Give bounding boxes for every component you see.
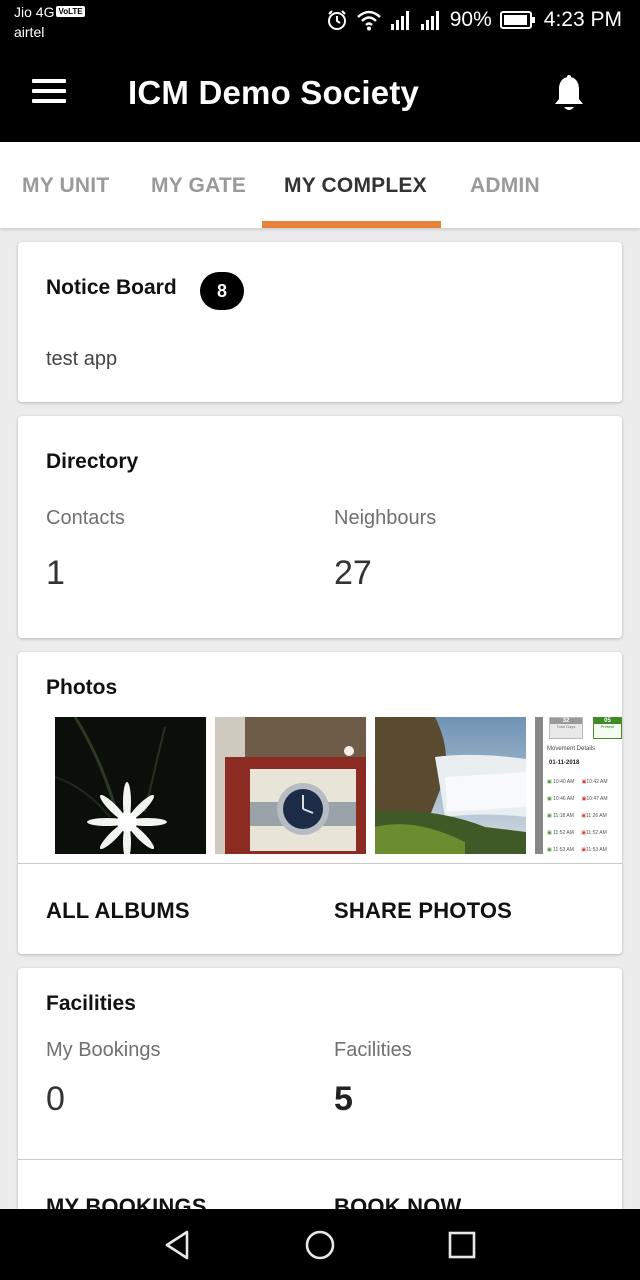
alarm-icon bbox=[327, 10, 346, 30]
thumb-row: ▣ 10:46 AM ▣10:47 AM bbox=[547, 796, 608, 802]
thumb-stat-present-label: Present bbox=[600, 724, 615, 729]
facilities-title: Facilities bbox=[46, 992, 136, 1015]
photos-title: Photos bbox=[46, 676, 118, 699]
active-tab-indicator bbox=[262, 221, 441, 228]
thumb-row-out: 11:52 AM bbox=[586, 830, 607, 836]
thumb-row: ▣ 11:18 AM ▣11:26 AM bbox=[547, 813, 607, 819]
flower-photo[interactable] bbox=[55, 717, 206, 854]
battery-icon bbox=[499, 11, 535, 29]
wifi-icon bbox=[356, 10, 381, 31]
notice-count-badge: 8 bbox=[200, 272, 244, 310]
thumb-row-in: 11:18 AM bbox=[553, 813, 574, 819]
battery-percent: 90% bbox=[449, 8, 492, 31]
my-bookings-count[interactable]: 0 bbox=[46, 1080, 65, 1119]
thumb-stat-total-label: Total Days bbox=[556, 724, 576, 729]
hamburger-menu-icon[interactable] bbox=[32, 79, 66, 107]
notice-board-title: Notice Board bbox=[46, 276, 177, 299]
app-bar: ICM Demo Society bbox=[0, 46, 640, 142]
signal-icon-2 bbox=[420, 11, 439, 30]
facilities-divider bbox=[18, 1159, 622, 1160]
directory-title: Directory bbox=[46, 450, 139, 473]
share-photos-button[interactable]: SHARE PHOTOS bbox=[334, 898, 512, 924]
thumb-heading: Movement Details bbox=[547, 746, 596, 752]
watch-photo[interactable] bbox=[215, 717, 366, 854]
thumb-row-in: 11:53 AM bbox=[553, 847, 574, 853]
thumb-row-out: 11:53 AM bbox=[586, 847, 607, 853]
thumb-row-out: 10:42 AM bbox=[586, 779, 608, 785]
bell-icon[interactable] bbox=[550, 74, 588, 114]
neighbours-label[interactable]: Neighbours bbox=[334, 507, 436, 530]
tab-admin[interactable]: ADMIN bbox=[470, 174, 540, 198]
home-icon[interactable] bbox=[302, 1227, 338, 1263]
thumb-row: ▣ 11:53 AM ▣11:53 AM bbox=[547, 847, 607, 853]
attendance-screenshot-photo[interactable]: 32 Total Days 05 Present Movement Detail… bbox=[535, 717, 622, 854]
system-nav-bar bbox=[0, 1209, 640, 1280]
tab-my-unit[interactable]: MY UNIT bbox=[22, 174, 109, 198]
thumb-row: ▣ 11:52 AM ▣11:52 AM bbox=[547, 830, 607, 836]
tab-bar: MY UNIT MY GATE MY COMPLEX ADMIN bbox=[0, 142, 640, 228]
app-title: ICM Demo Society bbox=[128, 74, 420, 111]
all-albums-button[interactable]: ALL ALBUMS bbox=[46, 898, 190, 924]
directory-card: Directory Contacts 1 Neighbours 27 bbox=[18, 416, 622, 638]
thumb-row-out: 10:47 AM bbox=[586, 796, 608, 802]
thumb-date: 01-11-2018 bbox=[549, 760, 580, 766]
carrier-primary-label: Jio 4G bbox=[14, 4, 55, 20]
back-icon[interactable] bbox=[160, 1227, 196, 1263]
clock: 4:23 PM bbox=[543, 8, 622, 31]
my-bookings-label[interactable]: My Bookings bbox=[46, 1039, 161, 1062]
contacts-count[interactable]: 1 bbox=[46, 554, 65, 593]
recents-icon[interactable] bbox=[444, 1227, 480, 1263]
photos-divider bbox=[18, 863, 622, 864]
thumb-row-in: 10:40 AM bbox=[553, 779, 575, 785]
thumb-rows: ▣ 10:40 AM ▣10:42 AM ▣ 10:46 AM ▣10:47 A… bbox=[547, 774, 622, 854]
thumb-row-in: 11:52 AM bbox=[553, 830, 574, 836]
status-icons: 90% 4:23 PM bbox=[326, 8, 622, 32]
tab-my-gate[interactable]: MY GATE bbox=[151, 174, 246, 198]
tab-my-complex[interactable]: MY COMPLEX bbox=[284, 174, 427, 198]
status-bar: Jio 4G VoLTE airtel 90% 4:23 PM bbox=[0, 0, 640, 46]
facilities-count[interactable]: 5 bbox=[334, 1080, 353, 1119]
notice-board-card[interactable]: Notice Board 8 test app bbox=[18, 242, 622, 402]
facilities-card: Facilities My Bookings 0 Facilities 5 MY… bbox=[18, 968, 622, 1228]
carrier-primary: Jio 4G VoLTE bbox=[14, 4, 85, 20]
contacts-label[interactable]: Contacts bbox=[46, 507, 125, 530]
volte-badge: VoLTE bbox=[56, 6, 85, 17]
thumb-row-in: 10:46 AM bbox=[553, 796, 575, 802]
photos-card: Photos 32 Total Days 05 Present Movement… bbox=[18, 652, 622, 954]
thumb-row: ▣ 10:40 AM ▣10:42 AM bbox=[547, 779, 608, 785]
thumb-row-out: 11:26 AM bbox=[586, 813, 607, 819]
carrier-secondary: airtel bbox=[14, 24, 45, 40]
facilities-label[interactable]: Facilities bbox=[334, 1039, 412, 1062]
notice-text: test app bbox=[46, 348, 118, 370]
neighbours-count[interactable]: 27 bbox=[334, 554, 372, 593]
waterfall-photo[interactable] bbox=[375, 717, 526, 854]
signal-icon bbox=[390, 11, 409, 30]
